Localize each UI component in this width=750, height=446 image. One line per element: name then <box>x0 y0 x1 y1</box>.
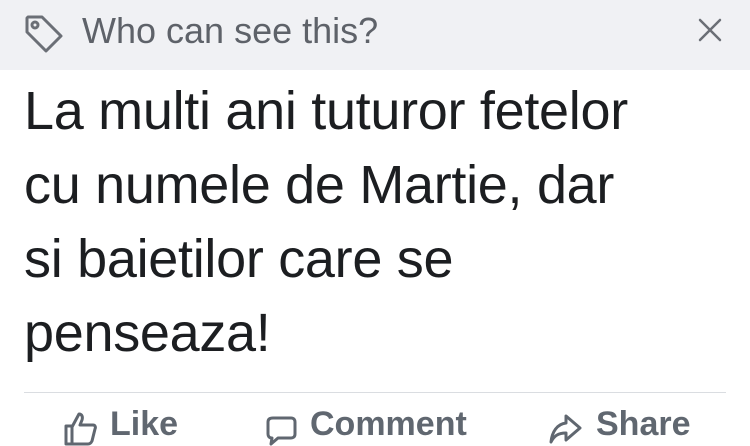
tag-icon <box>25 15 63 53</box>
comment-button[interactable]: Comment <box>262 404 467 446</box>
comment-icon <box>266 416 297 446</box>
post-actions: Like Comment Share <box>0 404 750 446</box>
comment-label: Comment <box>310 405 467 443</box>
like-button[interactable]: Like <box>62 404 178 446</box>
share-button[interactable]: Share <box>548 404 691 446</box>
share-icon <box>549 414 582 444</box>
like-label: Like <box>110 405 179 443</box>
post-text: La multi ani tuturor fetelor cu numele d… <box>24 81 628 363</box>
share-label: Share <box>596 405 691 443</box>
privacy-label[interactable]: Who can see this? <box>82 11 378 51</box>
privacy-bar[interactable]: Who can see this? <box>0 0 750 70</box>
close-icon[interactable] <box>692 12 728 48</box>
thumbs-up-icon <box>64 412 97 446</box>
divider <box>24 392 726 393</box>
